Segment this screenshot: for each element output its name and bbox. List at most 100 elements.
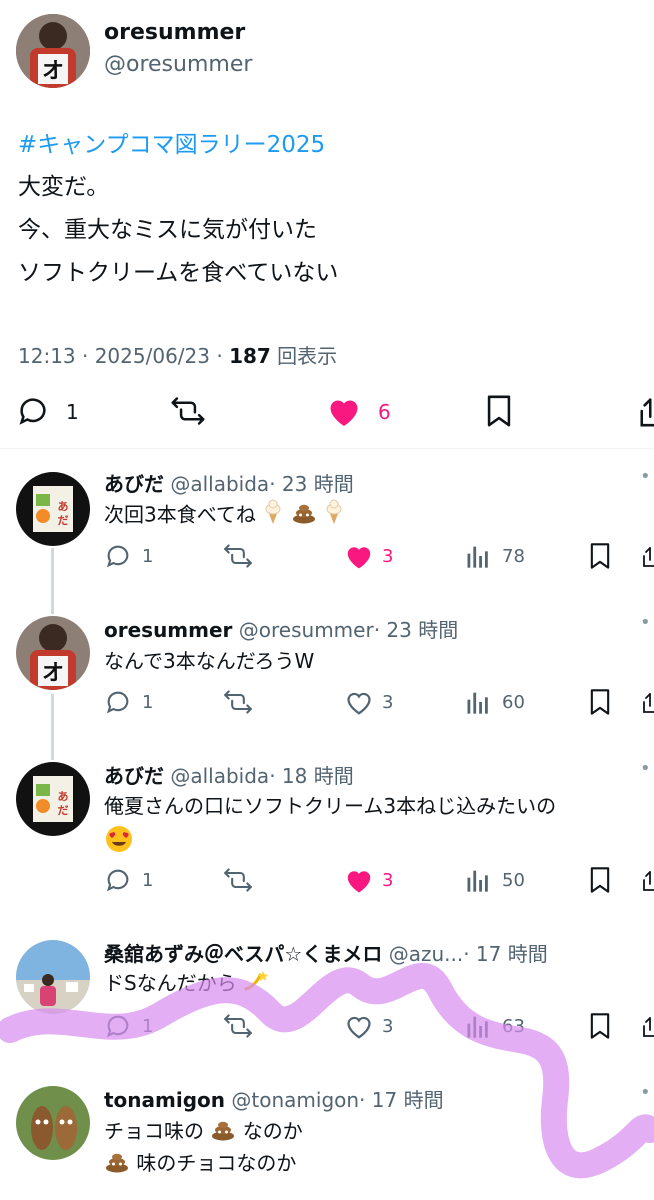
svg-text:あ: あ — [58, 500, 69, 513]
share-icon[interactable] — [640, 542, 654, 574]
reply-icon[interactable] — [104, 1012, 132, 1044]
views-icon[interactable] — [464, 542, 492, 574]
reply-time[interactable]: · 23 時間 — [269, 472, 354, 496]
reply-author-handle[interactable]: @tonamigon — [231, 1088, 359, 1112]
retweet-icon[interactable] — [222, 866, 254, 898]
heart-filled-icon[interactable] — [344, 542, 374, 574]
tweet-timestamp[interactable]: 12:13 · 2025/06/23 · — [18, 344, 229, 368]
retweet-icon[interactable] — [222, 542, 254, 574]
reply-author-name[interactable]: あびだ — [104, 764, 164, 788]
more-icon[interactable]: • — [640, 466, 651, 487]
svg-text:オ: オ — [42, 661, 64, 686]
bookmark-icon[interactable] — [588, 1012, 612, 1044]
reply-header: あびだ @allabida· 23 時間 — [104, 468, 354, 497]
retweet-icon[interactable] — [222, 1012, 254, 1044]
tweet-meta: 12:13 · 2025/06/23 · 187 回表示 — [18, 340, 337, 369]
thread-line — [51, 694, 54, 760]
heart-outline-icon[interactable] — [344, 688, 374, 720]
svg-text:だ: だ — [58, 514, 69, 527]
author-name[interactable]: oresummer — [104, 20, 245, 45]
retweet-icon[interactable] — [222, 688, 254, 720]
reply-text: 味のチョコなのか — [104, 1148, 296, 1181]
reply-text: 俺夏さんの口にソフトクリーム3本ねじ込みたいの — [104, 794, 557, 818]
reply-time[interactable]: · 23 時間 — [374, 618, 459, 642]
tweet-view-count: 187 — [229, 344, 271, 368]
reply-author-name[interactable]: あびだ — [104, 472, 164, 496]
like-count: 3 — [382, 1016, 394, 1037]
reply-author-handle[interactable]: @allabida — [170, 764, 269, 788]
poop-emoji-icon — [104, 1149, 130, 1181]
reply-author-name[interactable]: oresummer — [104, 618, 232, 642]
reply-header: oresummer @oresummer· 23 時間 — [104, 614, 458, 643]
reply-avatar-azumi[interactable] — [16, 940, 90, 1014]
bookmark-icon[interactable] — [588, 542, 612, 574]
share-icon[interactable] — [636, 394, 654, 432]
tweet-text-line-1: 大変だ。 — [18, 174, 110, 200]
reply-author-handle[interactable]: @oresummer — [239, 618, 374, 642]
reply-header: tonamigon @tonamigon· 17 時間 — [104, 1084, 444, 1113]
reply-avatar-abida[interactable]: あ だ — [16, 472, 90, 546]
reply-count: 1 — [142, 1016, 154, 1037]
reply-icon[interactable] — [104, 542, 132, 574]
divider — [0, 448, 654, 449]
share-icon[interactable] — [640, 866, 654, 898]
view-count: 50 — [502, 870, 525, 891]
reply-icon[interactable] — [16, 394, 50, 432]
bookmark-icon[interactable] — [588, 866, 612, 898]
soft-cream-emoji-icon — [262, 499, 284, 533]
tweet-view-label: 回表示 — [270, 344, 338, 368]
reply-text-part: なのか — [242, 1119, 303, 1143]
author-avatar[interactable]: オ — [16, 14, 90, 88]
like-count: 3 — [382, 546, 394, 567]
share-icon[interactable] — [640, 1012, 654, 1044]
dizzy-emoji-icon — [243, 969, 271, 1001]
reply-time[interactable]: · 17 時間 — [359, 1088, 444, 1112]
like-count: 6 — [378, 400, 391, 424]
reply-text: なんで3本なんだろうW — [104, 649, 315, 673]
reply-icon[interactable] — [104, 866, 132, 898]
reply-author-name[interactable]: tonamigon — [104, 1088, 225, 1112]
reply-text: チョコ味の なのか — [104, 1116, 303, 1149]
reply-count: 1 — [66, 400, 79, 424]
svg-text:だ: だ — [58, 804, 69, 817]
reply-header: 桑舘あずみ＠ベスパ☆くまメロ @azu...· 17 時間 — [104, 938, 548, 967]
like-count: 3 — [382, 870, 394, 891]
reply-count: 1 — [142, 870, 154, 891]
reply-time[interactable]: · 17 時間 — [463, 942, 548, 966]
retweet-icon[interactable] — [170, 394, 206, 432]
views-icon[interactable] — [464, 688, 492, 720]
view-count: 78 — [502, 546, 525, 567]
reply-author-name[interactable]: 桑舘あずみ＠ベスパ☆くまメロ — [104, 942, 382, 966]
reply-author-handle[interactable]: @azu... — [389, 942, 464, 966]
more-icon[interactable]: • — [640, 1082, 651, 1103]
bookmark-icon[interactable] — [588, 688, 612, 720]
reply-avatar-oresummer[interactable]: オ — [16, 616, 90, 690]
bookmark-icon[interactable] — [484, 394, 514, 432]
hashtag-link[interactable]: #キャンプコマ図ラリー2025 — [18, 130, 325, 160]
tweet-text-line-2: 今、重大なミスに気が付いた — [18, 217, 317, 243]
heart-filled-icon[interactable] — [326, 394, 362, 432]
reply-text: ドSなんだから — [104, 968, 271, 1001]
thread-line — [51, 548, 54, 614]
heart-eyes-emoji-icon — [104, 824, 134, 858]
reply-icon[interactable] — [104, 688, 132, 720]
share-icon[interactable] — [640, 688, 654, 720]
reply-author-handle[interactable]: @allabida — [170, 472, 269, 496]
reply-text-content: ドSなんだから — [104, 971, 237, 995]
more-icon[interactable]: • — [640, 758, 651, 779]
poop-emoji-icon — [210, 1117, 236, 1149]
reply-avatar-tonamigon[interactable] — [16, 1086, 90, 1160]
more-icon[interactable]: • — [640, 612, 651, 633]
reply-time[interactable]: · 18 時間 — [269, 764, 354, 788]
views-icon[interactable] — [464, 1012, 492, 1044]
reply-count: 1 — [142, 546, 154, 567]
heart-filled-icon[interactable] — [344, 866, 374, 898]
view-count: 63 — [502, 1016, 525, 1037]
author-handle[interactable]: @oresummer — [104, 52, 252, 77]
reply-count: 1 — [142, 692, 154, 713]
reply-text-part: 味のチョコなのか — [136, 1151, 297, 1175]
views-icon[interactable] — [464, 866, 492, 898]
reply-text: 次回3本食べてね — [104, 499, 345, 533]
reply-avatar-abida[interactable]: あ だ — [16, 762, 90, 836]
heart-outline-icon[interactable] — [344, 1012, 374, 1044]
